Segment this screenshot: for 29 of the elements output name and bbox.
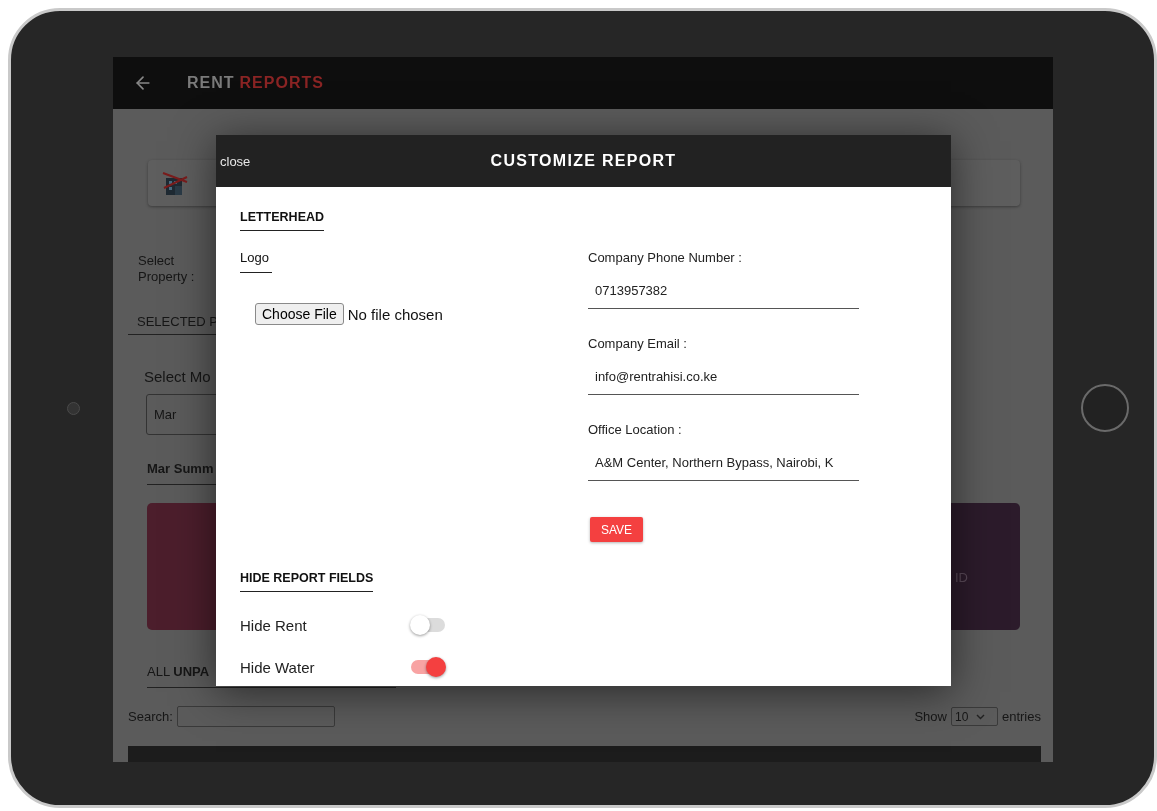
show-label: Show [914, 709, 947, 725]
input-field[interactable]: A&M Center, Northern Bypass, Nairobi, K [588, 445, 859, 481]
input-field[interactable]: 0713957382 [588, 273, 859, 309]
field-label: Company Phone Number : [588, 250, 743, 265]
file-status: No file chosen [347, 305, 443, 323]
toggle-switch[interactable] [411, 618, 445, 632]
header-title-accent: REPORTS [239, 74, 324, 92]
hide-fields-heading: HIDE REPORT FIELDS [240, 571, 374, 592]
search-label: Search: [128, 709, 173, 725]
logo-label: Logo [240, 250, 272, 273]
camera-icon [67, 401, 80, 415]
search-field[interactable] [176, 706, 335, 728]
entries-label: entries [1001, 709, 1041, 725]
header-title: RENT [187, 74, 235, 92]
home-button[interactable] [1081, 384, 1129, 432]
toggle-switch[interactable] [411, 660, 445, 674]
field-label: Company Email : [588, 336, 688, 351]
caret-icon [976, 713, 986, 720]
dialog-title: CUSTOMIZE REPORT [490, 152, 677, 170]
building-logo-icon [162, 170, 188, 196]
save-button[interactable]: SAVE [590, 517, 644, 542]
letterhead-heading: LETTERHEAD [240, 210, 325, 231]
select-property-label: Select Property : [138, 253, 196, 285]
input-field[interactable]: info@rentrahisi.co.ke [588, 359, 859, 395]
close-link[interactable]: close [220, 154, 251, 169]
field-label: Office Location : [588, 422, 683, 437]
choose-file-button[interactable]: Choose File [255, 303, 344, 325]
select-month-label: Select Mo [144, 368, 211, 387]
toggle-label: Hide Rent [240, 616, 308, 634]
